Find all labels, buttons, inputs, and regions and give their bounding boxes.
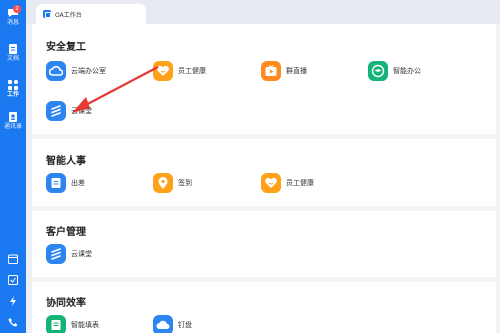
stripes-icon <box>46 101 66 121</box>
app-label: 智能办公 <box>393 67 421 75</box>
app-label: 员工健康 <box>178 67 206 75</box>
rail-bottom-lightning[interactable] <box>0 296 26 306</box>
location-pin-icon <box>153 173 173 193</box>
cloud-icon <box>46 61 66 81</box>
app-smart-form[interactable]: 智能填表 <box>46 314 99 333</box>
rail-bottom-phone[interactable] <box>0 317 26 327</box>
checkbox-icon <box>7 275 19 285</box>
tab-oa-workbench[interactable]: OA工作台 <box>36 4 146 24</box>
annotation-arrow-icon <box>72 66 159 113</box>
app-cloud-classroom-crm[interactable]: 云课堂 <box>46 243 92 265</box>
section-divider <box>32 277 496 282</box>
section-title-collaboration: 协同效率 <box>46 298 86 309</box>
left-rail: 2 消息 文档 工作 通讯录 <box>0 0 26 333</box>
cloud-drive-icon <box>153 315 173 333</box>
app-label: 钉盘 <box>178 321 192 329</box>
app-label: 群直播 <box>286 67 307 75</box>
app-check-in[interactable]: 签到 <box>153 172 192 194</box>
unread-badge: 2 <box>13 5 21 13</box>
rail-item-docs[interactable]: 文档 <box>0 44 26 63</box>
rail-item-work[interactable]: 工作 <box>0 80 26 99</box>
section-divider <box>32 134 496 139</box>
phone-icon <box>7 317 19 327</box>
document-icon <box>7 44 19 54</box>
section-divider <box>32 206 496 211</box>
app-label: 智能填表 <box>71 321 99 329</box>
rail-bottom-calendar[interactable] <box>0 254 26 264</box>
app-label: 出差 <box>71 179 85 187</box>
section-title-smart-hr: 智能人事 <box>46 156 86 167</box>
contacts-icon <box>7 112 19 122</box>
rail-item-messages[interactable]: 2 消息 <box>0 5 26 27</box>
app-label: 员工健康 <box>286 179 314 187</box>
section-title-safe-return: 安全复工 <box>46 42 86 53</box>
app-smart-office[interactable]: 智能办公 <box>368 60 421 82</box>
rail-bottom-check[interactable] <box>0 275 26 285</box>
app-label: 签到 <box>178 179 192 187</box>
workbench-icon <box>43 10 51 18</box>
workbench-panel: 安全复工 云端办公室 员工健康 群直播 智能办公 云课堂 智能人事 出差 签到 … <box>32 24 496 333</box>
rail-item-contacts[interactable]: 通讯录 <box>0 112 26 131</box>
calendar-icon <box>7 254 19 264</box>
app-business-trip[interactable]: 出差 <box>46 172 85 194</box>
tab-strip: OA工作台 <box>26 0 500 24</box>
suitcase-icon <box>46 173 66 193</box>
hat-icon <box>368 61 388 81</box>
form-icon <box>46 315 66 333</box>
lightning-icon <box>7 296 19 306</box>
stripes-icon <box>46 244 66 264</box>
grid-icon <box>7 80 19 90</box>
app-group-live[interactable]: 群直播 <box>261 60 307 82</box>
section-title-customer-mgmt: 客户管理 <box>46 227 86 238</box>
app-label: 云课堂 <box>71 250 92 258</box>
app-employee-health-hr[interactable]: 员工健康 <box>261 172 314 194</box>
tab-label: OA工作台 <box>55 11 82 19</box>
rail-label-docs: 文档 <box>6 55 19 62</box>
rail-label-work: 工作 <box>6 91 19 98</box>
scrollbar[interactable] <box>496 24 500 333</box>
app-ding-drive[interactable]: 钉盘 <box>153 314 192 333</box>
tv-play-icon <box>261 61 281 81</box>
rail-label-messages: 消息 <box>6 19 19 26</box>
rail-label-contacts: 通讯录 <box>3 123 22 130</box>
heart-smile-icon <box>261 173 281 193</box>
